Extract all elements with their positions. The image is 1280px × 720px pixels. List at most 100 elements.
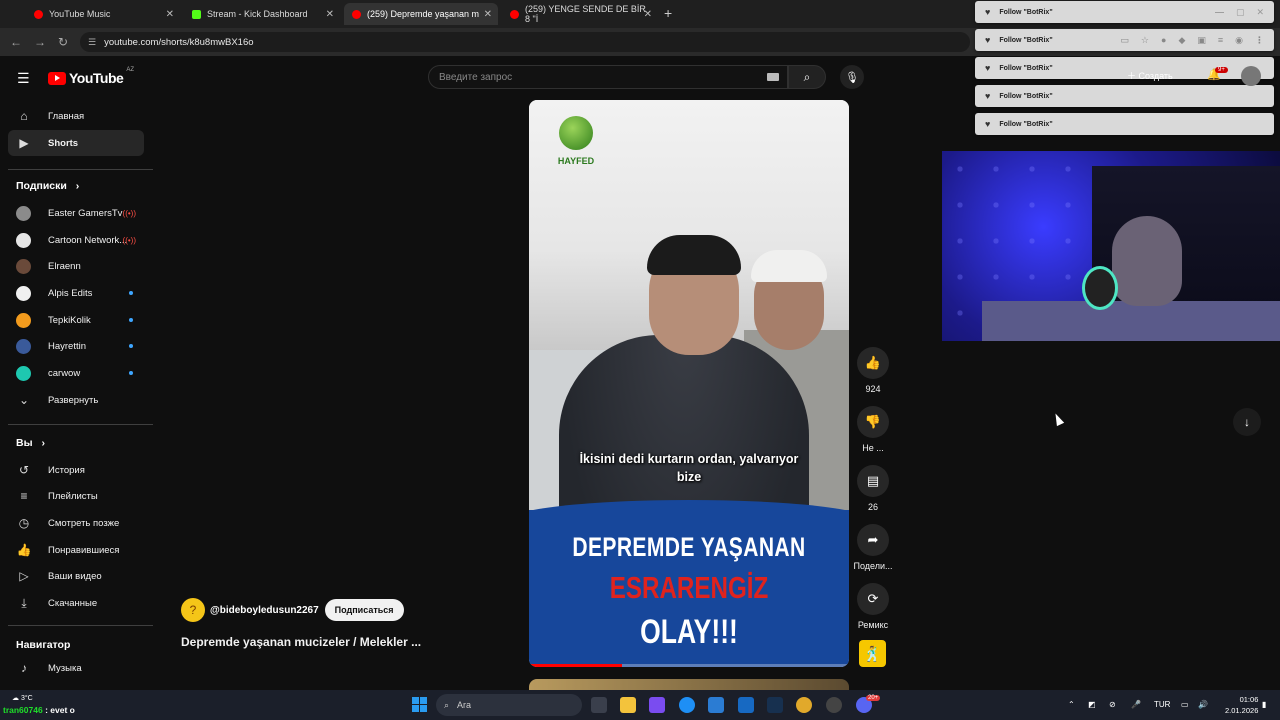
logo-text: YouTube — [69, 70, 124, 86]
menu-icon[interactable]: ⋮ — [1255, 35, 1264, 46]
chrome-icon[interactable] — [796, 697, 812, 713]
sidebar-item-history[interactable]: ↺ История — [8, 457, 144, 483]
close-tab-icon[interactable]: ✕ — [484, 9, 492, 20]
hamburger-menu-icon[interactable]: ☰ — [17, 70, 30, 87]
heart-icon: ♥ — [985, 7, 991, 17]
sidebar-item-home[interactable]: ⌂ Главная — [8, 103, 144, 129]
sidebar-sub-hayrettin[interactable]: Hayrettin — [8, 333, 144, 359]
account-avatar[interactable] — [1241, 66, 1261, 86]
short-video-player[interactable]: HAYFED İkisini dedi kurtarın ordan, yalv… — [529, 100, 849, 667]
follow-alert: ♥ Follow "BotRix" — [975, 113, 1274, 135]
sound-thumbnail[interactable]: 🕺 — [859, 640, 886, 667]
app-icon[interactable] — [649, 697, 665, 713]
channel-avatar[interactable]: ? — [181, 598, 205, 622]
close-tab-icon[interactable]: ✕ — [166, 9, 174, 20]
dislike-button[interactable]: 👎 — [857, 406, 889, 438]
notification-center-icon[interactable]: ▮ — [1262, 700, 1266, 709]
subscriptions-heading[interactable]: Подписки › — [16, 180, 79, 192]
youtube-logo[interactable]: YouTube AZ — [48, 67, 134, 86]
sidebar-item-label: Музыка — [48, 662, 82, 674]
sidebar-item-your-videos[interactable]: ▷ Ваши видео — [8, 563, 144, 589]
next-short-button[interactable]: ↓ — [1233, 408, 1261, 436]
site-info-icon[interactable]: ☰ — [88, 37, 96, 48]
create-button[interactable]: ＋ Создать — [1127, 69, 1173, 82]
system-clock[interactable]: 01:06 2.01.2026 — [1225, 695, 1258, 716]
task-view-icon[interactable] — [591, 697, 607, 713]
tab-active-short[interactable]: (259) Depremde yaşanan m ✕ — [344, 3, 498, 25]
weather-widget[interactable]: ☁ 3°C — [12, 694, 33, 702]
browser-toolbar-icons: ▭ ☆ ● ◆ ▣ ≡ ◉ ⋮ — [1120, 35, 1264, 46]
windows-start-icon[interactable] — [412, 697, 427, 712]
minimize-icon[interactable]: — — [1215, 7, 1224, 18]
video-title[interactable]: Depremde yaşanan mucizeler / Melekler ..… — [181, 635, 421, 649]
profile-icon[interactable]: ◉ — [1235, 35, 1243, 46]
banner-line: DEPREMDE YAŞANAN — [572, 532, 806, 562]
you-heading[interactable]: Вы › — [16, 437, 45, 449]
tab-youtube-music[interactable]: YouTube Music ✕ — [26, 3, 180, 25]
tab-kick-dashboard[interactable]: Stream - Kick Dashboard ✕ — [184, 3, 340, 25]
tab-yenge[interactable]: (259) YENGE SENDE DE BİR 8 "İ ✕ — [502, 3, 658, 25]
sidebar-sub-alpis-edits[interactable]: Alpis Edits — [8, 280, 144, 306]
maximize-icon[interactable]: ▢ — [1236, 7, 1245, 18]
taskbar-search[interactable]: ⌕ Ara — [436, 694, 582, 716]
comments-button[interactable]: ▤ — [857, 465, 889, 497]
sidebar-sub-easter-gamerstv[interactable]: Easter GamersTv ((•)) — [8, 200, 144, 226]
edge-icon[interactable] — [679, 697, 695, 713]
network-icon[interactable]: ▭ — [1181, 700, 1189, 709]
next-short-preview[interactable] — [529, 679, 849, 690]
share-action[interactable]: ➦ Подели... — [851, 524, 895, 571]
new-tab-icon[interactable]: + — [664, 5, 672, 21]
store-icon[interactable] — [708, 697, 724, 713]
language-indicator[interactable]: TUR — [1154, 700, 1170, 709]
sidebar-item-shorts[interactable]: ▶ Shorts — [8, 130, 144, 156]
sidebar-item-downloads[interactable]: ⤓ Скачанные — [8, 590, 144, 616]
logo-region: AZ — [126, 67, 134, 73]
steam-icon[interactable] — [767, 697, 783, 713]
voice-search-button[interactable]: 🎙 — [840, 65, 864, 89]
url-field[interactable]: ☰ youtube.com/shorts/k8u8mwBX16o — [80, 32, 970, 52]
tray-chevron-icon[interactable]: ⌃ — [1068, 700, 1075, 709]
channel-avatar — [16, 312, 31, 328]
cast-icon[interactable]: ▭ — [1120, 35, 1129, 46]
mail-icon[interactable] — [738, 697, 754, 713]
tray-app-icon[interactable]: ◩ — [1088, 700, 1096, 709]
reload-icon[interactable]: ↻ — [58, 35, 68, 49]
search-input[interactable]: Введите запрос — [428, 65, 788, 89]
tray-app-icon[interactable]: ⊘ — [1109, 700, 1116, 709]
bookmark-star-icon[interactable]: ☆ — [1141, 35, 1149, 46]
sidebar-item-music[interactable]: ♪ Музыка — [8, 655, 144, 681]
sidebar-sub-tepkikolik[interactable]: TepkiKolik — [8, 307, 144, 333]
volume-icon[interactable]: 🔊 — [1198, 700, 1208, 709]
extension-icon[interactable]: ● — [1161, 35, 1166, 46]
sidebar-sub-carwow[interactable]: carwow — [8, 360, 144, 386]
like-action[interactable]: 👍 924 — [851, 347, 895, 394]
sidebar-expand[interactable]: ⌄ Развернуть — [8, 387, 144, 413]
thumbs-up-icon: 👍 — [864, 355, 882, 370]
dislike-action[interactable]: 👎 Не ... — [851, 406, 895, 453]
remix-button[interactable]: ⟳ — [857, 583, 889, 615]
keyboard-icon[interactable] — [767, 73, 779, 81]
sidebar-sub-elraenn[interactable]: Elraenn — [8, 253, 144, 279]
remix-action[interactable]: ⟳ Ремикс — [851, 583, 895, 630]
sidebar-item-watch-later[interactable]: ◷ Смотреть позже — [8, 510, 144, 536]
sidebar-item-liked[interactable]: 👍 Понравившиеся — [8, 537, 144, 563]
close-tab-icon[interactable]: ✕ — [326, 9, 334, 20]
channel-name[interactable]: @bideboyledusun2267 — [210, 605, 319, 616]
sidebar-item-playlists[interactable]: ≡ Плейлисты — [8, 483, 144, 509]
comments-action[interactable]: ▤ 26 — [851, 465, 895, 512]
file-explorer-icon[interactable] — [620, 697, 636, 713]
sidebar-sub-cartoon-network[interactable]: Cartoon Network... ((•)) — [8, 227, 144, 253]
back-icon[interactable]: ← — [10, 35, 22, 49]
close-tab-icon[interactable]: ✕ — [644, 9, 652, 20]
media-icon[interactable]: ≡ — [1218, 35, 1223, 46]
search-button[interactable]: ⌕ — [788, 65, 826, 89]
close-icon[interactable]: ✕ — [1256, 7, 1264, 18]
like-button[interactable]: 👍 — [857, 347, 889, 379]
subscribe-button[interactable]: Подписаться — [324, 599, 404, 621]
extensions-puzzle-icon[interactable]: ▣ — [1197, 35, 1206, 46]
share-button[interactable]: ➦ — [857, 524, 889, 556]
extension-icon[interactable]: ◆ — [1178, 35, 1185, 46]
obs-icon[interactable] — [826, 697, 842, 713]
tray-mic-icon[interactable]: 🎤 — [1131, 700, 1141, 709]
forward-icon[interactable]: → — [34, 35, 46, 49]
